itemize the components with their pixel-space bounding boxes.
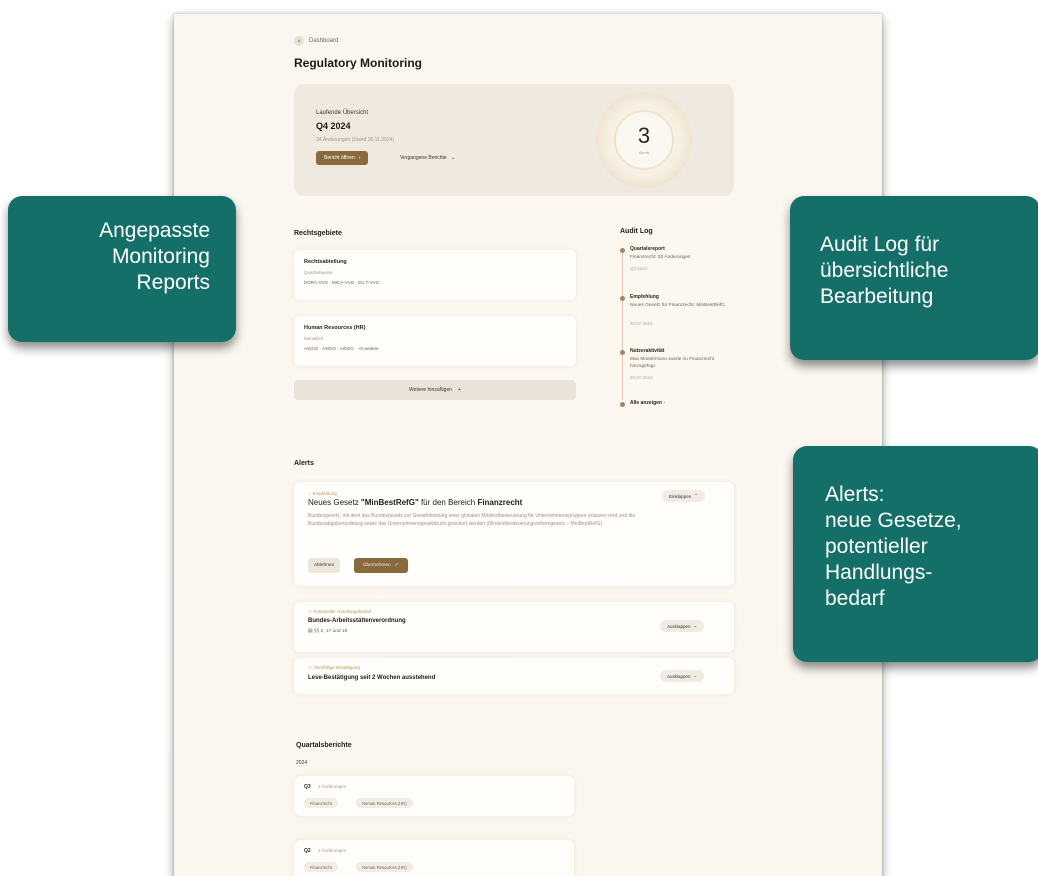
- alert-count-badge: 3 Alerts: [614, 110, 674, 170]
- alert-tag: ♀ Empfehlung: [308, 491, 337, 496]
- chevron-down-icon: ⌄: [450, 155, 455, 161]
- audit-item-title: Empfehlung: [630, 294, 659, 300]
- stage: ‹ Dashboard Regulatory Monitoring Laufen…: [0, 0, 1038, 876]
- overview-subtitle: 34 Änderungen (Stand 20.11.2024): [316, 137, 395, 143]
- expand-button[interactable]: Ausklappen ⌄: [660, 620, 705, 632]
- audit-item-date: Q3 2024: [630, 266, 648, 271]
- chevron-down-icon: ⌄: [693, 623, 698, 628]
- quarter-chip: Finanzrecht: [304, 798, 338, 808]
- plus-icon: +: [458, 387, 461, 393]
- area-card[interactable]: Rechtsabteilung Quartalsweise DORA-VVG ·…: [294, 250, 576, 300]
- app-window: ‹ Dashboard Regulatory Monitoring Laufen…: [174, 14, 882, 876]
- timeline-dot: [620, 296, 625, 301]
- back-label: Dashboard: [309, 38, 339, 44]
- quarter-chip: Human Resources (HR): [356, 862, 413, 872]
- quarter-chip: Human Resources (HR): [356, 798, 413, 808]
- chevron-left-icon: ‹: [294, 36, 304, 46]
- quarterly-year: 2024: [296, 760, 308, 766]
- alert-card-overdue: ⚠ Überfällige Bestätigung Lese-Bestätigu…: [294, 658, 734, 694]
- chevron-up-icon: ⌃: [694, 493, 699, 498]
- audit-item-desc: Finanzrecht: 33 Änderungen: [630, 255, 691, 260]
- alert-title: Lese-Bestätigung seit 2 Wochen ausstehen…: [308, 675, 436, 681]
- open-report-button[interactable]: Bericht öffnen ›: [316, 151, 369, 165]
- area-codes: DORA-VVG · MICA-VVG · EU T-VVG: [304, 280, 380, 285]
- overview-card: Laufende Übersicht Q4 2024 34 Änderungen…: [294, 84, 734, 196]
- areas-heading: Rechtsgebiete: [294, 230, 342, 237]
- collapse-button[interactable]: Einklappen ⌃: [662, 490, 706, 502]
- chevron-right-icon: ›: [358, 155, 361, 161]
- quarter-chip: Finanzrecht: [304, 862, 338, 872]
- alert-count: 3: [637, 123, 651, 148]
- quarter-count: 3 Änderungen: [318, 848, 347, 853]
- audit-item-title: Quartalsreport: [630, 246, 665, 252]
- audit-item-date: 20.07.2024: [630, 375, 653, 380]
- quarter-label: Q2: [304, 848, 311, 854]
- past-reports-button[interactable]: Vergangene Berichte ⌄: [392, 151, 463, 165]
- area-title: Rechtsabteilung: [304, 259, 347, 265]
- alert-title: Neues Gesetz "MinBestRefG" für den Berei…: [308, 498, 523, 507]
- warning-icon: ⚠: [308, 609, 313, 614]
- callout-monitoring-reports: Angepasste Monitoring Reports: [8, 196, 236, 342]
- alert-meta: ▤ §§ 2, 17 und 18: [308, 629, 348, 634]
- open-report-label: Bericht öffnen: [324, 155, 355, 161]
- area-frequency: Quartalsweise: [304, 270, 333, 275]
- add-area-button[interactable]: Weitere hinzufügen +: [294, 380, 576, 400]
- audit-item-desc: Max Mustermann wurde zu Finanzrecht hinz…: [630, 357, 715, 369]
- quarter-label: Q3: [304, 784, 311, 790]
- check-icon: ✓: [394, 563, 399, 568]
- timeline-dot: [620, 248, 625, 253]
- quarterly-heading: Quartalsberichte: [296, 742, 352, 749]
- alerts-heading: Alerts: [294, 460, 314, 467]
- alert-body: Bundesgesetz, mit dem das Bundesgesetz z…: [308, 513, 636, 527]
- accept-button[interactable]: Übernehmen ✓: [354, 558, 408, 573]
- decline-button[interactable]: Ablehnen: [308, 558, 341, 573]
- past-reports-label: Vergangene Berichte: [400, 155, 447, 161]
- quarterly-card[interactable]: Q3 3 Änderungen Finanzrecht Human Resour…: [294, 776, 574, 816]
- page-title: Regulatory Monitoring: [294, 56, 422, 70]
- timeline-dot: [620, 402, 625, 407]
- overview-quarter: Q4 2024: [316, 121, 351, 131]
- callout-audit-log: Audit Log für übersichtliche Bearbeitung: [790, 196, 1038, 360]
- timeline-dot: [620, 350, 625, 355]
- audit-timeline: [622, 250, 623, 400]
- audit-item-title: Nutzeraktivität: [630, 348, 665, 354]
- overview-label: Laufende Übersicht: [316, 110, 369, 116]
- audit-heading: Audit Log: [620, 228, 653, 235]
- area-frequency: Monatlich: [304, 336, 324, 341]
- show-all-label: Alle anzeigen ›: [630, 400, 666, 406]
- alert-count-ring: 3 Alerts: [596, 92, 692, 188]
- add-area-label: Weitere hinzufügen: [409, 387, 453, 393]
- area-codes: ASchG · ASiGG · ArbGG · +5 weitere: [304, 346, 379, 351]
- area-title: Human Resources (HR): [304, 325, 366, 331]
- quarter-count: 3 Änderungen: [318, 784, 347, 789]
- warning-icon: ⚠: [308, 665, 313, 670]
- document-icon: ▤: [308, 629, 313, 634]
- alert-tag: ⚠ Überfällige Bestätigung: [308, 665, 360, 670]
- area-card[interactable]: Human Resources (HR) Monatlich ASchG · A…: [294, 316, 576, 366]
- expand-button[interactable]: Ausklappen ⌄: [660, 670, 705, 682]
- audit-item-desc: Neues Gesetz für Finanzrecht: MinBestRef…: [630, 303, 725, 308]
- alert-card-action: ⚠ Potentieller Handlungsbedarf Bundes-Ar…: [294, 602, 734, 652]
- chevron-down-icon: ⌄: [693, 673, 698, 678]
- quarterly-card[interactable]: Q2 3 Änderungen Finanzrecht Human Resour…: [294, 840, 574, 876]
- alert-tag: ⚠ Potentieller Handlungsbedarf: [308, 609, 372, 614]
- alert-title: Bundes-Arbeitsstättenverordnung: [308, 618, 406, 624]
- back-link[interactable]: ‹ Dashboard: [294, 36, 338, 46]
- audit-item-date: 20.07.2024: [630, 321, 653, 326]
- alert-count-caption: Alerts: [638, 150, 650, 155]
- callout-alerts: Alerts: neue Gesetze, potentieller Handl…: [793, 446, 1038, 662]
- alert-card-recommendation: ♀ Empfehlung Neues Gesetz "MinBestRefG" …: [294, 482, 734, 586]
- lightbulb-icon: ♀: [308, 491, 312, 496]
